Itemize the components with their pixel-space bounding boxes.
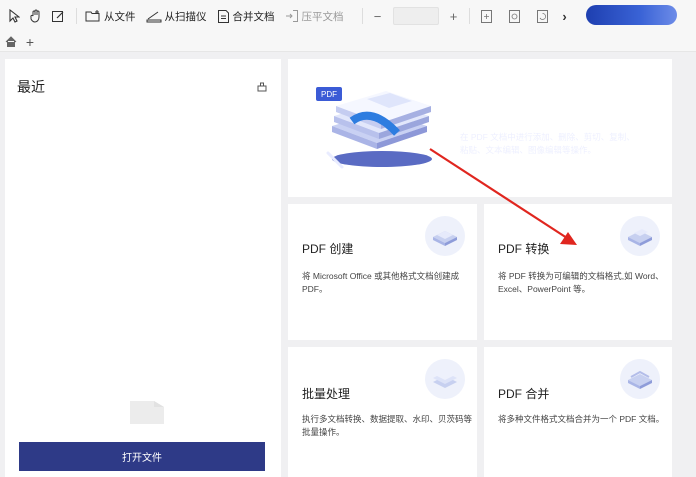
merge-docs-label: 合并文档 (232, 10, 275, 23)
zoom-input[interactable] (392, 7, 439, 25)
pdf-create-icon (425, 216, 465, 256)
flatten-icon (285, 10, 298, 22)
merge-docs-button[interactable]: 合并文档 (217, 5, 275, 27)
toolbar-divider (361, 8, 363, 24)
batch-process-card[interactable]: 批量处理 执行多文档转换、数据提取、水印、贝茨码等批量操作。 (288, 347, 477, 477)
pdf-convert-title: PDF 转换 (498, 242, 550, 256)
pin-icon[interactable] (257, 79, 267, 97)
tab-bar: + (0, 32, 696, 52)
pdf-convert-card[interactable]: PDF 转换 将 PDF 转换为可编辑的文档格式,如 Word、Excel、Po… (484, 204, 672, 340)
zoom-in-button[interactable]: + (447, 5, 461, 27)
batch-process-description: 执行多文档转换、数据提取、水印、贝茨码等批量操作。 (302, 414, 473, 437)
pdf-convert-description: 将 PDF 转换为可编辑的文档格式,如 Word、Excel、PowerPoin… (498, 271, 664, 294)
from-file-button[interactable]: 从文件 (85, 5, 136, 27)
from-file-label: 从文件 (104, 10, 136, 23)
pdf-edit-illustration: PDF (316, 87, 432, 169)
zoom-out-button[interactable]: − (371, 5, 385, 27)
toolbar-divider (76, 8, 77, 24)
pdf-convert-icon (620, 216, 660, 256)
flatten-doc-label: 压平文档 (301, 10, 344, 23)
toolbar-divider (468, 8, 470, 24)
open-file-button[interactable]: 打开文件 (19, 442, 265, 471)
batch-process-title: 批量处理 (302, 387, 351, 401)
fit-width-icon[interactable] (506, 5, 524, 27)
from-scanner-label: 从扫描仪 (164, 10, 207, 23)
pdf-edit-description: 在 PDF 文档中进行添加、删除、剪切、复制、粘贴、文本编辑、图像编辑等操作。 (460, 132, 635, 155)
pdf-create-description: 将 Microsoft Office 或其他格式文档创建成 PDF。 (302, 271, 460, 294)
flatten-doc-button[interactable]: 压平文档 (285, 5, 344, 27)
home-icon[interactable] (4, 34, 18, 50)
select-tool-icon[interactable] (6, 5, 22, 27)
more-tools-chevron-icon[interactable]: › (560, 5, 570, 27)
pdf-merge-card[interactable]: PDF 合并 将多种文件格式文档合并为一个 PDF 文档。 (484, 347, 672, 477)
recent-title: 最近 (17, 79, 45, 95)
batch-process-icon (425, 359, 465, 399)
hand-tool-icon[interactable] (28, 5, 44, 27)
pdf-merge-icon (620, 359, 660, 399)
fit-page-icon[interactable] (478, 5, 496, 27)
from-scanner-button[interactable]: 从扫描仪 (146, 5, 207, 27)
recent-panel: 最近 打开文件 (5, 59, 281, 477)
pdf-merge-description: 将多种文件格式文档合并为一个 PDF 文档。 (498, 414, 665, 424)
scanner-icon (146, 11, 161, 23)
pdf-merge-title: PDF 合并 (498, 387, 550, 401)
rotate-page-icon[interactable] (534, 5, 552, 27)
new-tab-button[interactable]: + (24, 34, 36, 50)
document-icon (217, 9, 229, 23)
pdf-edit-title: PDF 编辑 (460, 100, 525, 117)
pdf-edit-card[interactable]: PDF PDF 编辑 在 PDF 文档中进行添加、删除、剪切、复制、粘贴、文本编… (288, 59, 672, 197)
pdf-badge-label: PDF (321, 90, 337, 99)
pdf-create-card[interactable]: PDF 创建 将 Microsoft Office 或其他格式文档创建成 PDF… (288, 204, 477, 340)
main-toolbar: 从文件 从扫描仪 合并文档 压平文档 − + › (0, 0, 696, 32)
user-account-avatar[interactable] (586, 5, 677, 25)
pdf-create-title: PDF 创建 (302, 242, 354, 256)
empty-document-icon (130, 401, 164, 424)
new-folder-icon (85, 10, 100, 22)
edit-tool-icon[interactable] (50, 5, 66, 27)
